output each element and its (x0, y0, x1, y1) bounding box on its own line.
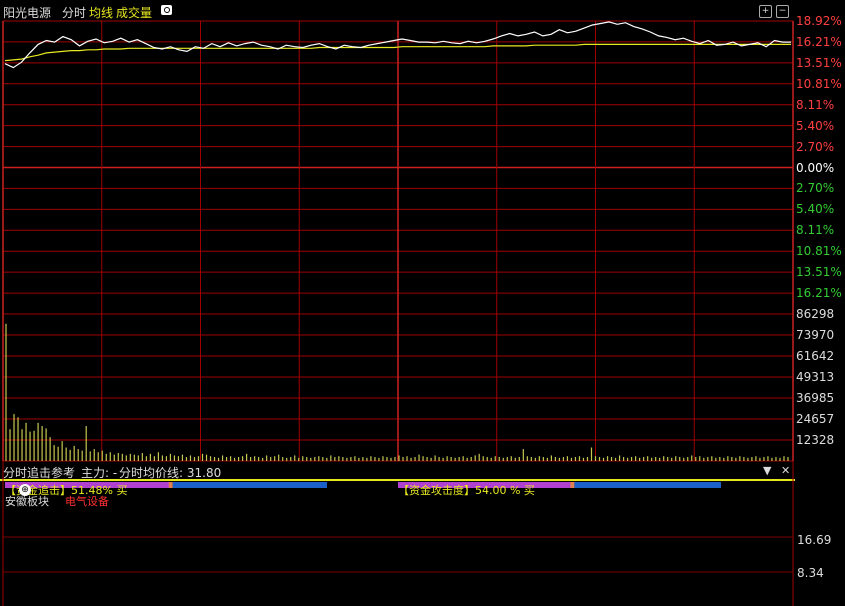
price-axis-down-label: 16.21% (796, 286, 842, 301)
close-icon[interactable]: ✕ (781, 464, 790, 477)
volume-axis-label: 36985 (796, 391, 835, 405)
dropdown-icon[interactable]: ▼ (763, 464, 771, 477)
indicator-axis-label-top: 16.69 (797, 533, 832, 547)
tab-intraday[interactable]: 分时 (62, 4, 86, 21)
price-axis-down-label: 2.70% (796, 181, 835, 196)
left-meter-marker (168, 482, 173, 488)
chart-grid (0, 20, 795, 606)
zoom-in-icon[interactable]: + (759, 5, 772, 18)
price-axis-up-label: 10.81% (796, 76, 842, 91)
right-meter-label: 【资金攻击度】54.00 % 买 (398, 484, 535, 497)
price-axis-up-label: 8.11% (796, 97, 835, 112)
left-meter-sell (172, 482, 327, 488)
volume-axis-label: 12328 (796, 433, 835, 447)
intraday-chart[interactable] (0, 0, 845, 606)
zoom-out-icon[interactable]: − (776, 5, 789, 18)
industry-label: 电气设备 (65, 495, 109, 508)
price-axis-up-label: 5.40% (796, 118, 835, 133)
indicator-title[interactable]: 分时追击参考 (3, 464, 75, 481)
camera-icon[interactable] (161, 5, 172, 15)
price-axis-up-label: 2.70% (796, 139, 835, 154)
volume-axis-label: 24657 (796, 412, 835, 426)
price-axis-down-label: 13.51% (796, 265, 842, 280)
indicator-header: 分时追击参考 主力: - 分时均价线: 31.80 (0, 461, 795, 480)
right-meter-marker (570, 482, 575, 488)
indicator-axis-label-bottom: 8.34 (797, 566, 824, 580)
right-meter-sell (574, 482, 721, 488)
tab-volume[interactable]: 成交量 (116, 4, 152, 21)
volume-axis-label: 61642 (796, 349, 835, 363)
price-axis-up-label: 18.92% (796, 14, 842, 28)
price-axis-up-label: 16.21% (796, 34, 842, 49)
chart-header: 阳光电源 分时 均线 成交量 + − (0, 0, 795, 22)
price-axis-down-label: 8.11% (796, 223, 835, 238)
price-axis-down-label: 5.40% (796, 202, 835, 217)
volume-axis-label: 49313 (796, 370, 835, 384)
volume-axis-label: 73970 (796, 328, 835, 342)
tab-avg-line[interactable]: 均线 (89, 4, 113, 21)
price-axis-down-label: 10.81% (796, 244, 842, 259)
price-axis-zero-label: 0.00% (796, 160, 835, 175)
stock-name[interactable]: 阳光电源 (3, 4, 51, 21)
price-axis-up-label: 13.51% (796, 55, 842, 70)
info-icon[interactable]: ⊕ (19, 484, 31, 496)
main-force-label: 主力: - (81, 466, 118, 480)
volume-axis-label: 86298 (796, 307, 835, 321)
avg-line-value: 分时均价线: 31.80 (119, 466, 222, 480)
